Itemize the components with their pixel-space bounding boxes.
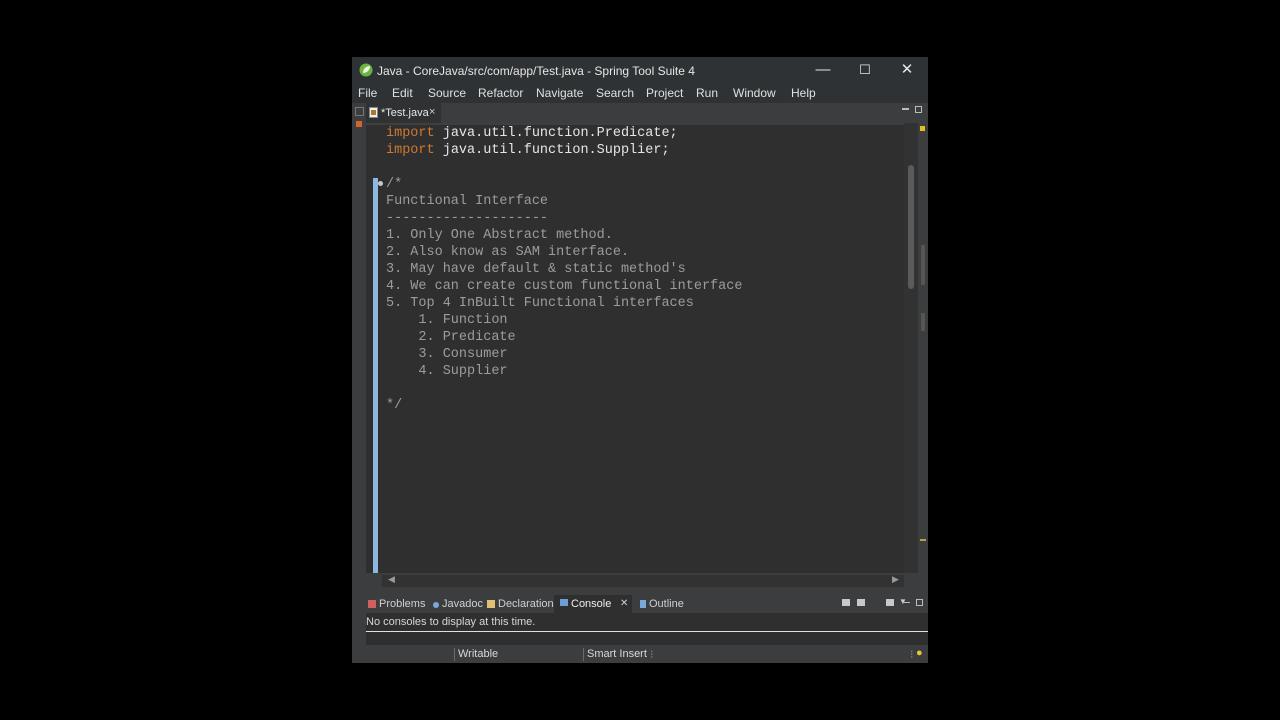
trim-icon[interactable]	[355, 107, 364, 116]
javadoc-icon	[433, 602, 439, 608]
problems-icon	[368, 600, 376, 608]
code-line: import java.util.function.Predicate;	[386, 126, 678, 141]
comment-line: 3. May have default & static method's	[386, 262, 686, 277]
close-button[interactable]: ✕	[886, 57, 928, 83]
scroll-right-icon[interactable]: ▶	[892, 574, 899, 585]
comment-line: 1. Function	[386, 313, 508, 328]
console-icon	[560, 599, 568, 607]
menu-help[interactable]: Help	[791, 86, 816, 100]
comment-line: 4. Supplier	[386, 364, 508, 379]
tab-outline[interactable]: Outline	[640, 598, 684, 610]
tab-console[interactable]: Console ✕	[554, 595, 632, 613]
code-editor[interactable]: import java.util.function.Predicate; imp…	[366, 123, 904, 573]
trim-icon[interactable]	[356, 121, 362, 127]
status-insert-mode[interactable]: Smart Insert	[587, 648, 647, 660]
menu-refactor[interactable]: Refactor	[478, 86, 523, 100]
minimize-view-icon[interactable]	[902, 108, 909, 110]
editor-horizontal-scrollbar[interactable]: ◀ ▶	[382, 574, 904, 587]
console-toolbar-icon[interactable]	[886, 599, 894, 606]
comment-line: 2. Also know as SAM interface.	[386, 245, 630, 260]
gutter-change-bar	[373, 178, 378, 573]
tab-javadoc[interactable]: Javadoc	[433, 598, 483, 610]
menu-edit[interactable]: Edit	[392, 86, 413, 100]
overview-ruler	[918, 123, 928, 573]
java-file-icon	[369, 107, 378, 118]
minimize-view-icon[interactable]	[904, 602, 910, 603]
title-bar: Java - CoreJava/src/com/app/Test.java - …	[352, 57, 928, 83]
maximize-button[interactable]: ☐	[844, 57, 886, 83]
comment-line: 3. Consumer	[386, 347, 508, 362]
warning-marker-icon[interactable]	[920, 126, 925, 131]
editor-vertical-scrollbar[interactable]	[904, 123, 918, 573]
menu-window[interactable]: Window	[733, 86, 776, 100]
status-bar: Writable Smart Insert ⁝ ⁝ ●	[352, 646, 928, 663]
fold-icon[interactable]	[378, 181, 383, 186]
comment-line: /*	[386, 177, 403, 192]
comment-line: 5. Top 4 InBuilt Functional interfaces	[386, 296, 694, 311]
comment-line: 2. Predicate	[386, 330, 516, 345]
maximize-view-icon[interactable]	[915, 106, 922, 113]
tab-declaration[interactable]: Declaration	[487, 598, 554, 610]
editor-tab-row: *Test.java ×	[366, 103, 928, 123]
declaration-icon	[487, 600, 495, 608]
window-title: Java - CoreJava/src/com/app/Test.java - …	[377, 64, 695, 78]
code-line: import java.util.function.Supplier;	[386, 143, 670, 158]
menu-file[interactable]: File	[358, 86, 377, 100]
menu-search[interactable]: Search	[596, 86, 634, 100]
console-toolbar-icon[interactable]	[842, 599, 850, 606]
comment-line: 4. We can create custom functional inter…	[386, 279, 743, 294]
console-message: No consoles to display at this time.	[366, 616, 536, 628]
console-view[interactable]: No consoles to display at this time.	[366, 613, 928, 645]
tab-label: *Test.java	[381, 107, 429, 119]
comment-line: 1. Only One Abstract method.	[386, 228, 613, 243]
maximize-view-icon[interactable]	[916, 599, 923, 606]
console-toolbar-icon[interactable]	[857, 599, 865, 606]
tab-close-icon[interactable]: ×	[429, 106, 435, 118]
status-writable: Writable	[458, 648, 499, 660]
comment-line: */	[386, 398, 403, 413]
scroll-left-icon[interactable]: ◀	[388, 574, 395, 585]
spring-leaf-icon	[359, 63, 373, 77]
tab-test-java[interactable]: *Test.java ×	[366, 103, 441, 123]
comment-line: --------------------	[386, 211, 549, 226]
tab-problems[interactable]: Problems	[368, 598, 425, 610]
menu-source[interactable]: Source	[428, 86, 466, 100]
bottom-panel-tabs: Problems Javadoc Declaration Console ✕ O…	[366, 595, 928, 613]
comment-line: Functional Interface	[386, 194, 549, 209]
menu-run[interactable]: Run	[696, 86, 718, 100]
scrollbar-thumb[interactable]	[908, 165, 914, 289]
ide-window: Java - CoreJava/src/com/app/Test.java - …	[352, 57, 928, 663]
console-close-icon[interactable]: ✕	[620, 598, 628, 609]
menu-bar: File Edit Source Refactor Navigate Searc…	[352, 83, 928, 103]
outline-icon	[640, 600, 646, 608]
menu-navigate[interactable]: Navigate	[536, 86, 583, 100]
lightbulb-icon[interactable]: ●	[916, 647, 923, 659]
minimize-button[interactable]: —	[802, 57, 844, 83]
menu-project[interactable]: Project	[646, 86, 683, 100]
